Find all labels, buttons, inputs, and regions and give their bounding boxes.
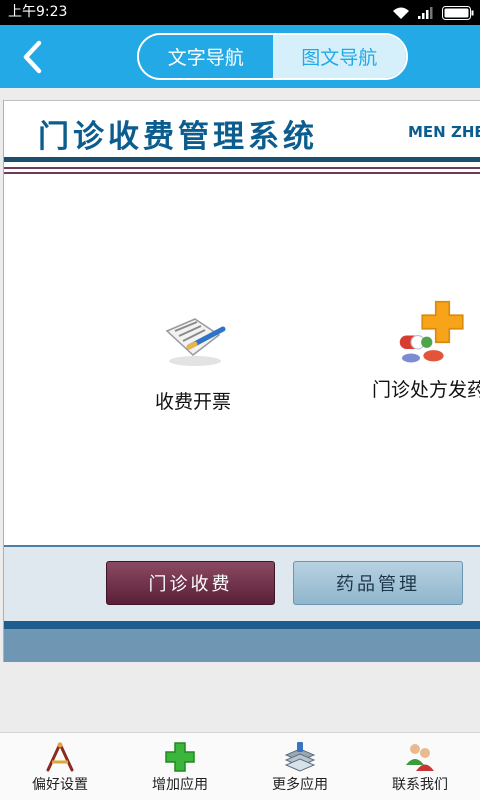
outpatient-fee-button[interactable]: 门诊收费 [106, 561, 275, 605]
tab-add-app[interactable]: 增加应用 [120, 733, 240, 800]
status-icons [392, 3, 474, 22]
system-header: 门诊收费管理系统 MEN ZHE [4, 101, 480, 157]
module-label: 门诊处方发药 [371, 379, 480, 401]
navigation-mode-toggle: 文字导航 图文导航 [137, 33, 408, 80]
web-content: 门诊收费管理系统 MEN ZHE 收费开票 门诊处方发药 门诊收费 药品管理 [3, 100, 480, 662]
status-bar: 上午9:23 [0, 0, 480, 25]
bottom-tab-bar: 偏好设置 增加应用 更多应用 联系我们 [0, 732, 480, 800]
tab-label: 偏好设置 [32, 777, 88, 793]
tab-label: 联系我们 [392, 777, 448, 793]
tab-label: 增加应用 [152, 777, 208, 793]
back-button[interactable] [14, 37, 54, 77]
preferences-icon [46, 742, 74, 772]
tab-contact-us[interactable]: 联系我们 [360, 733, 480, 800]
module-label: 收费开票 [154, 391, 231, 413]
header-divider [4, 167, 480, 169]
invoice-icon [165, 318, 226, 366]
chevron-left-icon [23, 40, 42, 74]
module-pharmacy[interactable]: 门诊处方发药 [354, 293, 480, 402]
header-divider [4, 157, 480, 162]
pharmacy-icon [399, 300, 464, 363]
tab-preferences[interactable]: 偏好设置 [0, 733, 120, 800]
tab-text-navigation[interactable]: 文字导航 [139, 35, 273, 78]
tab-more-apps[interactable]: 更多应用 [240, 733, 360, 800]
footer-stripe [4, 621, 480, 629]
signal-icon [418, 6, 433, 19]
tab-image-navigation[interactable]: 图文导航 [272, 35, 406, 78]
contact-icon [406, 744, 434, 771]
module-invoicing[interactable]: 收费开票 [118, 309, 268, 414]
system-footer: 门诊收费 药品管理 [4, 545, 480, 662]
system-title: 门诊收费管理系统 [38, 119, 318, 155]
tab-label: 更多应用 [272, 777, 328, 793]
system-title-en: MEN ZHE [408, 123, 480, 141]
status-time: 上午9:23 [8, 4, 68, 20]
add-app-icon [165, 742, 195, 772]
wifi-icon [393, 7, 409, 19]
footer-bar [4, 629, 480, 662]
battery-icon [442, 5, 474, 20]
title-bar: 文字导航 图文导航 [0, 25, 480, 88]
header-divider [4, 172, 480, 174]
drug-management-button[interactable]: 药品管理 [293, 561, 463, 605]
more-apps-icon [284, 742, 316, 772]
